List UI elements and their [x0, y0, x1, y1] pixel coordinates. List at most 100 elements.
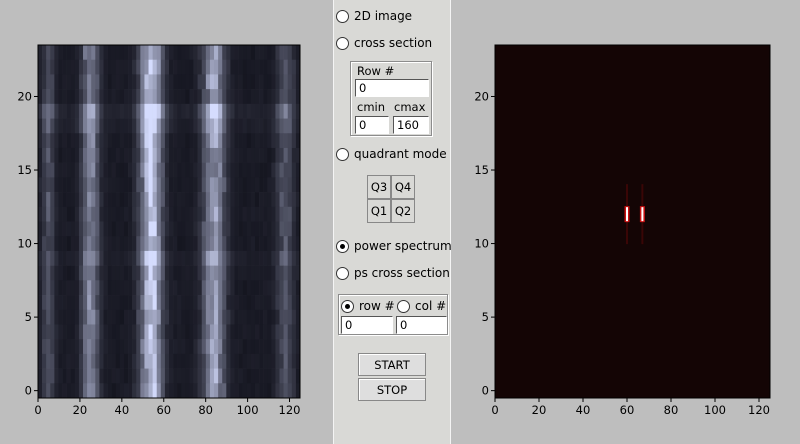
image-cell — [66, 295, 72, 311]
image-cell — [91, 206, 96, 222]
image-cell — [246, 280, 252, 296]
image-cell — [169, 339, 174, 355]
image-cell — [58, 309, 63, 325]
image-cell — [128, 368, 133, 384]
image-cell — [263, 353, 268, 369]
radio-2d-image[interactable]: 2D image — [336, 7, 412, 25]
image-cell — [291, 221, 297, 237]
cmin-input[interactable] — [355, 116, 389, 134]
image-cell — [91, 147, 96, 163]
image-cell — [250, 250, 256, 266]
start-button[interactable]: START — [358, 353, 426, 376]
image-cell — [99, 324, 104, 340]
x-tick-label: 40 — [115, 403, 130, 417]
image-cell — [50, 45, 55, 61]
image-cell — [83, 89, 88, 105]
image-cell — [181, 250, 186, 266]
image-cell — [246, 206, 252, 222]
y-tick-label: 0 — [482, 384, 489, 398]
image-cell — [148, 353, 153, 369]
image-cell — [177, 192, 182, 208]
image-cell — [291, 236, 297, 252]
image-cell — [254, 383, 260, 399]
image-cell — [83, 309, 88, 325]
q4-button[interactable]: Q4 — [391, 175, 415, 199]
image-cell — [128, 280, 133, 296]
image-cell — [185, 89, 190, 105]
image-cell — [189, 147, 194, 163]
image-cell — [119, 265, 125, 281]
col-number-input[interactable] — [396, 316, 447, 334]
q1-button[interactable]: Q1 — [367, 199, 391, 223]
image-cell — [218, 324, 223, 340]
image-cell — [164, 368, 170, 384]
image-cell — [95, 368, 100, 384]
image-cell — [267, 309, 272, 325]
image-cell — [132, 368, 137, 384]
image-cell — [78, 324, 84, 340]
image-cell — [111, 177, 117, 193]
image-cell — [83, 265, 88, 281]
radio-col-number[interactable]: col # — [397, 297, 446, 315]
image-cell — [218, 236, 223, 252]
image-cell — [267, 236, 272, 252]
q2-button[interactable]: Q2 — [391, 199, 415, 223]
image-cell — [119, 368, 125, 384]
image-cell — [140, 74, 145, 90]
row-input[interactable] — [355, 79, 429, 97]
image-cell — [218, 206, 223, 222]
image-cell — [99, 162, 104, 178]
image-cell — [173, 192, 178, 208]
image-cell — [87, 353, 92, 369]
radio-cross-section[interactable]: cross section — [336, 34, 432, 52]
image-cell — [279, 221, 284, 237]
image-cell — [279, 206, 284, 222]
image-cell — [107, 133, 112, 149]
image-cell — [87, 74, 92, 90]
radio-power-spectrum[interactable]: power spectrum — [336, 237, 452, 255]
image-cell — [54, 324, 59, 340]
image-cell — [283, 295, 289, 311]
image-cell — [152, 324, 158, 340]
image-cell — [173, 147, 178, 163]
image-cell — [271, 295, 276, 311]
image-cell — [46, 133, 51, 149]
image-cell — [185, 280, 190, 296]
image-cell — [226, 133, 231, 149]
row-number-input[interactable] — [341, 316, 393, 334]
image-cell — [123, 221, 129, 237]
image-cell — [254, 339, 260, 355]
q3-button[interactable]: Q3 — [367, 175, 391, 199]
radio-ps-cross-section[interactable]: ps cross section — [336, 264, 450, 282]
image-cell — [218, 45, 223, 61]
image-cell — [201, 103, 207, 119]
image-cell — [46, 147, 51, 163]
image-cell — [181, 118, 186, 134]
image-cell — [267, 339, 272, 355]
radio-row-number[interactable]: row # — [341, 297, 395, 315]
image-cell — [103, 265, 108, 281]
image-cell — [123, 324, 129, 340]
image-cell — [271, 236, 276, 252]
image-cell — [128, 353, 133, 369]
image-cell — [169, 59, 174, 75]
image-cell — [226, 147, 231, 163]
cmax-input[interactable] — [393, 116, 429, 134]
radio-label: quadrant mode — [354, 147, 447, 161]
image-cell — [148, 133, 153, 149]
stop-button[interactable]: STOP — [358, 378, 426, 401]
image-cell — [119, 45, 125, 61]
image-cell — [38, 192, 43, 208]
x-axis: 0 20 40 60 80 100 120 — [491, 398, 770, 417]
image-cell — [103, 383, 108, 399]
image-cell — [173, 383, 178, 399]
image-cell — [95, 309, 100, 325]
image-cell — [132, 265, 137, 281]
radio-quadrant-mode[interactable]: quadrant mode — [336, 145, 447, 163]
image-cell — [58, 59, 63, 75]
image-cell — [50, 280, 55, 296]
image-cell — [279, 118, 284, 134]
image-cell — [144, 206, 149, 222]
image-cell — [259, 45, 264, 61]
image-cell — [238, 89, 243, 105]
